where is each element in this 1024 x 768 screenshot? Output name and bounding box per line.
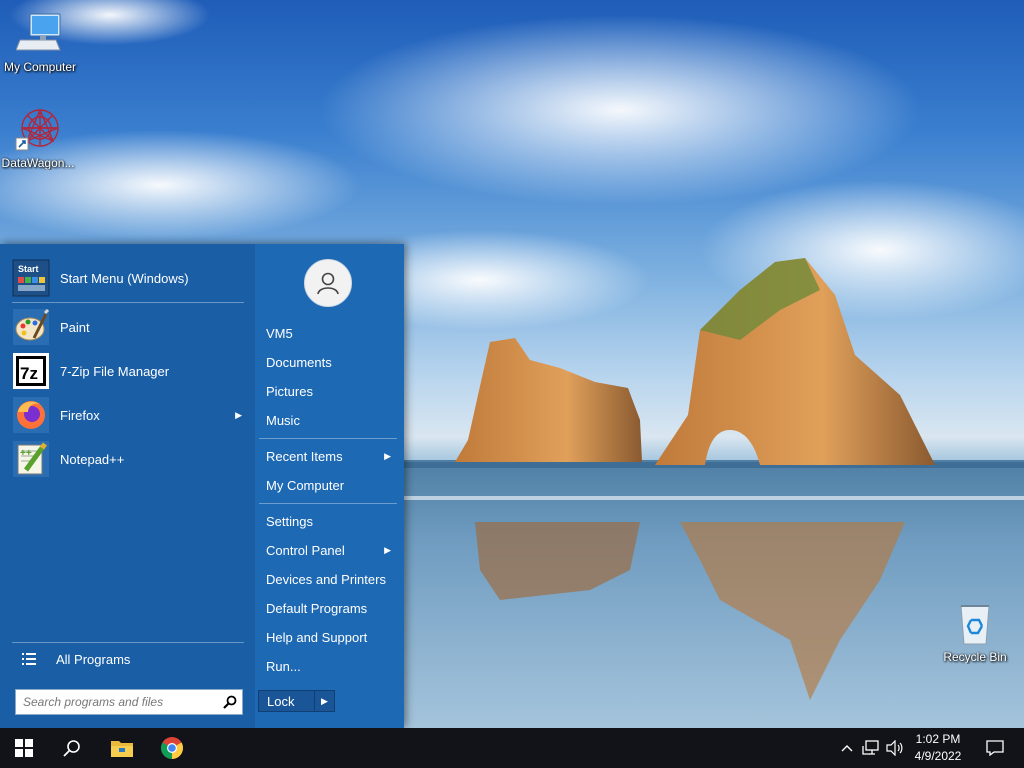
separator (12, 642, 244, 643)
show-hidden-icons-button[interactable] (836, 728, 858, 768)
places-item-label: Documents (266, 354, 332, 370)
places-item-label: Control Panel (266, 542, 345, 558)
start-menu-search-box[interactable] (15, 689, 243, 715)
places-item-settings[interactable]: Settings (259, 508, 397, 534)
desktop-icon-datawagon[interactable]: DataWagon... (0, 106, 78, 170)
start-menu-programs-pane: Start Start Menu (Windows) Paint 7z 7-Zi… (0, 244, 255, 728)
places-item-label: Default Programs (266, 600, 368, 616)
paint-icon (12, 308, 50, 346)
places-item-default-programs[interactable]: Default Programs (259, 595, 397, 621)
places-item-documents[interactable]: Documents (259, 349, 397, 375)
clock-date: 4/9/2022 (914, 749, 962, 763)
lock-button-group: Lock ▶ (258, 690, 335, 712)
submenu-arrow-icon: ▶ (384, 544, 391, 555)
places-item-user[interactable]: VM5 (259, 320, 397, 346)
search-icon (63, 740, 80, 757)
lock-button[interactable]: Lock (259, 691, 314, 711)
file-explorer-icon (111, 741, 133, 757)
datawagon-shortcut-icon (14, 106, 62, 154)
places-item-label: VM5 (266, 325, 293, 341)
desktop-icon-label: My Computer (3, 60, 77, 74)
taskbar-search-button[interactable] (48, 728, 96, 768)
taskbar-clock[interactable]: 1:02 PM 4/9/2022 (906, 731, 970, 765)
search-icon[interactable] (218, 690, 242, 714)
computer-icon (15, 10, 64, 58)
start-menu-settings-icon: Start (12, 259, 50, 297)
places-item-help-and-support[interactable]: Help and Support (259, 624, 397, 650)
notepad-plus-plus-icon: ++ (12, 440, 50, 478)
desktop-icon-my-computer[interactable]: My Computer (0, 10, 80, 74)
start-menu-item-label: Paint (60, 319, 90, 335)
firefox-icon (12, 396, 50, 434)
list-icon (12, 652, 46, 666)
speaker-icon (886, 740, 903, 756)
submenu-arrow-icon: ▶ (384, 450, 391, 461)
start-menu-item-paint[interactable]: Paint (12, 306, 244, 348)
places-item-label: Run... (266, 658, 301, 674)
places-item-label: Settings (266, 513, 313, 529)
places-item-my-computer[interactable]: My Computer (259, 472, 397, 498)
places-item-label: Help and Support (266, 629, 368, 645)
separator (259, 503, 397, 504)
submenu-arrow-icon: ▶ (235, 409, 242, 420)
desktop-icon-label: DataWagon... (1, 156, 75, 170)
svg-text:Start: Start (18, 264, 39, 274)
svg-text:++: ++ (20, 448, 32, 459)
clock-time: 1:02 PM (915, 732, 961, 746)
svg-text:7z: 7z (20, 364, 38, 383)
places-item-label: Music (266, 412, 300, 428)
start-button[interactable] (0, 728, 48, 768)
user-icon (317, 272, 339, 295)
chevron-up-icon (841, 745, 853, 752)
start-menu-places-pane: VM5 Documents Pictures Music Recent Item… (255, 244, 404, 728)
separator (12, 302, 244, 303)
places-item-devices-and-printers[interactable]: Devices and Printers (259, 566, 397, 592)
places-item-control-panel[interactable]: Control Panel ▶ (259, 537, 397, 563)
network-icon (862, 740, 879, 755)
user-avatar[interactable] (304, 259, 352, 307)
taskbar-chrome[interactable] (148, 728, 196, 768)
volume-button[interactable] (884, 728, 906, 768)
notification-icon (986, 740, 1004, 756)
separator (259, 438, 397, 439)
all-programs-label: All Programs (56, 651, 131, 667)
all-programs-button[interactable]: All Programs (12, 649, 244, 669)
desktop-icon-recycle-bin[interactable]: Recycle Bin (935, 600, 1015, 664)
places-item-label: Recent Items (266, 448, 343, 464)
taskbar: 1:02 PM 4/9/2022 (0, 728, 1024, 768)
chrome-icon (161, 737, 183, 759)
start-menu-item-label: Firefox (60, 407, 100, 423)
recycle-bin-icon (951, 600, 999, 648)
start-menu: Start Start Menu (Windows) Paint 7z 7-Zi… (0, 244, 404, 728)
network-button[interactable] (860, 728, 882, 768)
shutdown-options-arrow-icon[interactable]: ▶ (314, 691, 334, 711)
start-menu-item-start-menu-settings[interactable]: Start Start Menu (Windows) (12, 257, 244, 299)
places-item-label: Devices and Printers (266, 571, 386, 587)
places-item-run[interactable]: Run... (259, 653, 397, 679)
7zip-icon: 7z (12, 352, 50, 390)
places-item-recent-items[interactable]: Recent Items ▶ (259, 443, 397, 469)
places-item-music[interactable]: Music (259, 407, 397, 433)
start-menu-item-label: Notepad++ (60, 451, 125, 467)
start-menu-item-firefox[interactable]: Firefox ▶ (12, 394, 244, 436)
start-icon (15, 739, 33, 757)
start-menu-item-notepad-plus-plus[interactable]: ++ Notepad++ (12, 438, 244, 480)
search-input[interactable] (16, 691, 218, 713)
desktop-icon-label: Recycle Bin (943, 650, 1007, 664)
start-menu-item-label: 7-Zip File Manager (60, 363, 170, 379)
action-center-button[interactable] (975, 728, 1015, 768)
start-menu-item-label: Start Menu (Windows) (60, 270, 189, 286)
taskbar-file-explorer[interactable] (98, 728, 146, 768)
places-item-label: My Computer (266, 477, 345, 493)
places-item-label: Pictures (266, 383, 313, 399)
start-menu-item-7zip[interactable]: 7z 7-Zip File Manager (12, 350, 244, 392)
places-item-pictures[interactable]: Pictures (259, 378, 397, 404)
